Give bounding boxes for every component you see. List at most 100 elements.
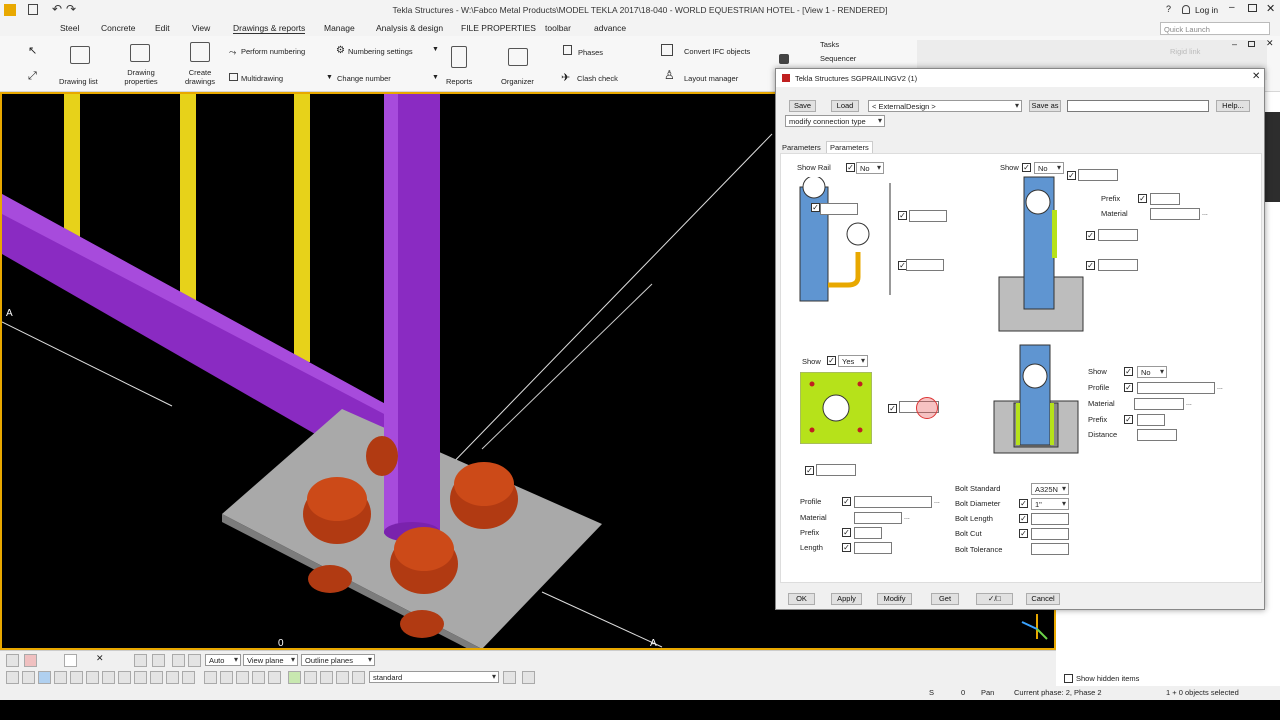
- sum-icon[interactable]: [134, 654, 147, 667]
- get-button[interactable]: Get: [931, 593, 959, 605]
- snap-nearest-icon[interactable]: [252, 671, 265, 684]
- save-button[interactable]: Save: [789, 100, 816, 112]
- rail-offset-field[interactable]: [820, 203, 858, 215]
- prefix-checkbox[interactable]: ✓: [842, 528, 851, 537]
- drawing-list-button[interactable]: Drawing list: [59, 77, 98, 86]
- cancel-button[interactable]: Cancel: [1026, 593, 1060, 605]
- menu-advance[interactable]: advance: [594, 23, 626, 33]
- drawing-properties-icon[interactable]: [130, 44, 150, 62]
- length-checkbox[interactable]: ✓: [842, 543, 851, 552]
- connection-dialog[interactable]: Tekla Structures SGPRAILINGV2 (1) ✕ Save…: [775, 68, 1265, 610]
- arrow-select-icon[interactable]: [6, 671, 19, 684]
- rail-offset-checkbox[interactable]: ✓: [811, 203, 820, 212]
- bolt-cut-field[interactable]: [1031, 528, 1069, 540]
- organizer-icon[interactable]: [508, 48, 528, 66]
- material-field-top[interactable]: [1150, 208, 1200, 220]
- clash-check-button[interactable]: Clash check: [577, 74, 618, 83]
- snap-axis-icon[interactable]: [320, 671, 333, 684]
- chevron-down-icon[interactable]: ▼: [326, 74, 333, 81]
- prefix-checkbox-right[interactable]: ✓: [1124, 415, 1133, 424]
- snap-line-icon[interactable]: [268, 671, 281, 684]
- convert-ifc-button[interactable]: Convert IFC objects: [684, 47, 750, 56]
- menu-manage[interactable]: Manage: [324, 23, 355, 33]
- profile-field-right[interactable]: [1137, 382, 1215, 394]
- dialog-close-icon[interactable]: ✕: [1252, 71, 1260, 82]
- quick-launch-input[interactable]: Quick Launch: [1160, 22, 1270, 35]
- show-mid-left-checkbox[interactable]: ✓: [827, 356, 836, 365]
- select-bolt-icon[interactable]: [70, 671, 83, 684]
- ok-button[interactable]: OK: [788, 593, 815, 605]
- settings-icon[interactable]: [503, 671, 516, 684]
- material-field-right[interactable]: [1134, 398, 1184, 410]
- snap-plane-icon[interactable]: [288, 671, 301, 684]
- close-icon[interactable]: ✕: [96, 653, 104, 664]
- rail-height-top-field[interactable]: [909, 210, 947, 222]
- post-height-checkbox-1[interactable]: ✓: [1086, 231, 1095, 240]
- change-number-button[interactable]: Change number: [337, 74, 391, 83]
- profile-checkbox[interactable]: ✓: [842, 497, 851, 506]
- prefix-field-right[interactable]: [1137, 414, 1165, 426]
- profile-checkbox-right[interactable]: ✓: [1124, 383, 1133, 392]
- drawing-properties-button[interactable]: Drawing properties: [120, 68, 162, 86]
- select-line-icon[interactable]: [86, 671, 99, 684]
- tab-parameters-2[interactable]: Parameters: [826, 141, 873, 153]
- modify-type-select[interactable]: modify connection type: [785, 115, 885, 127]
- menu-toolbar[interactable]: toolbar: [545, 23, 571, 33]
- square-icon[interactable]: [64, 654, 77, 667]
- rigid-link-button[interactable]: Rigid link: [1170, 47, 1200, 56]
- profile-field[interactable]: [854, 496, 932, 508]
- snap-point-icon[interactable]: [336, 671, 349, 684]
- bolt-length-checkbox[interactable]: ✓: [1019, 514, 1028, 523]
- profile-browse[interactable]: ...: [934, 498, 940, 505]
- select-view-icon[interactable]: [166, 671, 179, 684]
- show-top-right-checkbox[interactable]: ✓: [1022, 163, 1031, 172]
- menu-view[interactable]: View: [192, 23, 210, 33]
- snap-tool-icon[interactable]: ⤢: [28, 70, 37, 83]
- prefix-checkbox-top[interactable]: ✓: [1138, 194, 1147, 203]
- create-drawings-icon[interactable]: [190, 42, 210, 62]
- material-browse-top[interactable]: ...: [1202, 210, 1208, 217]
- red-car-icon[interactable]: [24, 654, 37, 667]
- show-mid-right-checkbox[interactable]: ✓: [1124, 367, 1133, 376]
- select-part-icon[interactable]: [38, 671, 51, 684]
- perform-numbering-button[interactable]: Perform numbering: [241, 47, 305, 56]
- profile-browse-right[interactable]: ...: [1217, 384, 1223, 391]
- view-plane-select[interactable]: View plane: [243, 654, 298, 666]
- login-link[interactable]: Log in: [1195, 5, 1218, 15]
- phases-button[interactable]: Phases: [578, 48, 603, 57]
- material-browse-right[interactable]: ...: [1186, 400, 1192, 407]
- show-top-right-select[interactable]: No: [1034, 162, 1064, 174]
- load-button[interactable]: Load: [831, 100, 859, 112]
- plate-field-bottom[interactable]: [816, 464, 856, 476]
- plane-icon[interactable]: [152, 654, 165, 667]
- select-surface-icon[interactable]: [134, 671, 147, 684]
- tab-parameters-1[interactable]: Parameters: [782, 143, 821, 152]
- bolt-length-field[interactable]: [1031, 513, 1069, 525]
- snap-free-icon[interactable]: [352, 671, 365, 684]
- select-assembly-icon[interactable]: [22, 671, 35, 684]
- select-box-icon[interactable]: [172, 654, 185, 667]
- select-cut-icon[interactable]: [150, 671, 163, 684]
- prefix-field-top[interactable]: [1150, 193, 1180, 205]
- outline-planes-select[interactable]: Outline planes: [301, 654, 375, 666]
- ribbon-close-button[interactable]: ✕: [1266, 38, 1274, 49]
- create-drawings-button[interactable]: Create drawings: [182, 68, 218, 86]
- maximize-button[interactable]: [1248, 4, 1257, 12]
- minimize-button[interactable]: –: [1229, 2, 1235, 13]
- save-as-field[interactable]: [1067, 100, 1209, 112]
- prefix-field[interactable]: [854, 527, 882, 539]
- select-weld-icon[interactable]: [102, 671, 115, 684]
- rail-height-bottom-field[interactable]: [906, 259, 944, 271]
- bolt-tolerance-field[interactable]: [1031, 543, 1069, 555]
- length-field[interactable]: [854, 542, 892, 554]
- multidrawing-button[interactable]: Multidrawing: [241, 74, 283, 83]
- post-height-field-2[interactable]: [1098, 259, 1138, 271]
- select-all-icon[interactable]: [182, 671, 195, 684]
- auto-select[interactable]: Auto: [205, 654, 241, 666]
- user-icon[interactable]: [1182, 5, 1190, 14]
- show-mid-left-select[interactable]: Yes: [838, 355, 868, 367]
- tasks-button[interactable]: Tasks: [820, 40, 839, 49]
- pointer-icon[interactable]: [522, 671, 535, 684]
- save-as-button[interactable]: Save as: [1029, 100, 1061, 112]
- top-right-checkbox-1[interactable]: ✓: [1067, 171, 1076, 180]
